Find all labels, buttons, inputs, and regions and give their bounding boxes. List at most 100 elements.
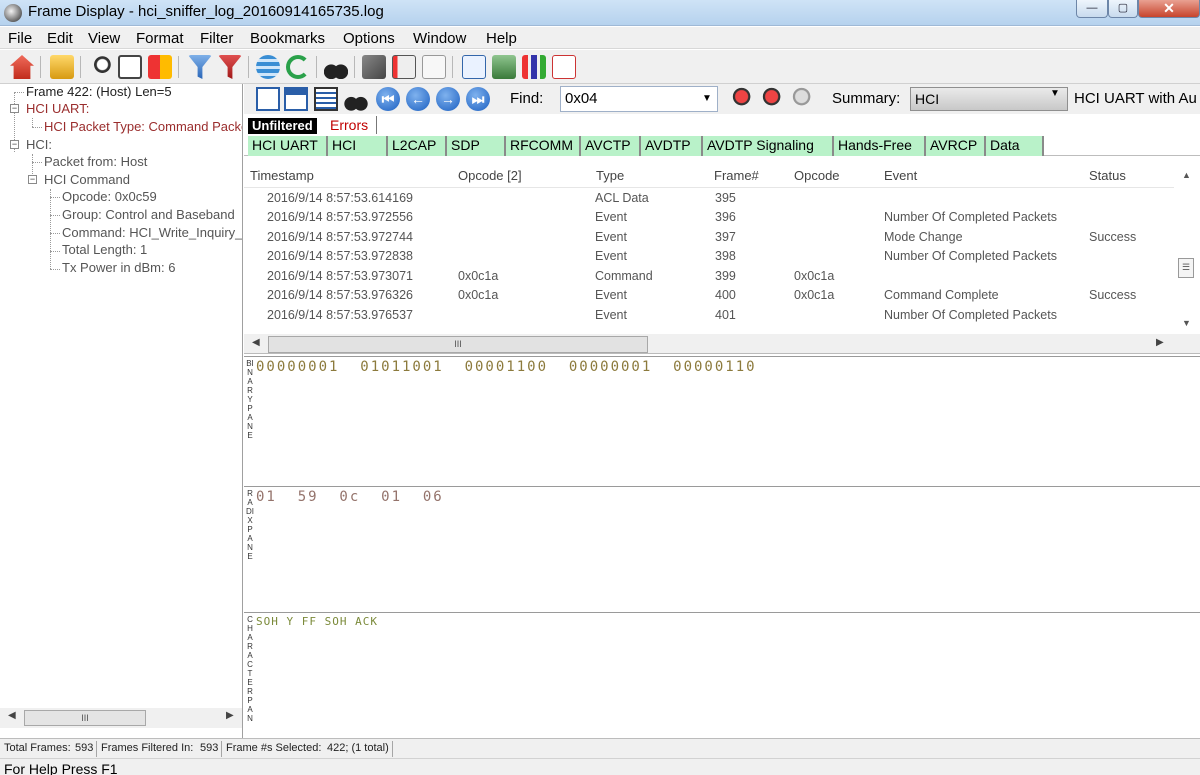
menu-view[interactable]: View (88, 30, 120, 47)
filter-icon[interactable] (188, 55, 212, 79)
collapse-toggle[interactable]: − (10, 104, 19, 113)
scroll-left-arrow-icon[interactable]: ◀ (8, 710, 16, 721)
tab-errors[interactable]: Errors (324, 116, 378, 134)
tab-l2cap[interactable]: L2CAP (388, 136, 447, 156)
bar-chart-icon[interactable] (522, 55, 546, 79)
maximize-button[interactable]: ▢ (1108, 0, 1138, 18)
binary-pane[interactable]: BINARY PANE 00000001 01011001 00001100 0… (244, 356, 1200, 486)
find-dropdown-icon[interactable]: ▼ (698, 87, 716, 111)
find-previous-icon[interactable] (732, 87, 756, 111)
scroll-thumb[interactable]: III (24, 710, 146, 726)
previous-frame-icon[interactable]: ← (406, 87, 430, 111)
tree-item-opcode[interactable]: Opcode: 0x0c59 (62, 189, 157, 204)
tab-avdtp-signaling[interactable]: AVDTP Signaling (703, 136, 834, 156)
tab-hci[interactable]: HCI (328, 136, 388, 156)
character-content[interactable]: SOH Y FF SOH ACK (256, 615, 378, 628)
red-chart-icon[interactable] (552, 55, 576, 79)
scroll-left-arrow-icon[interactable]: ◀ (252, 337, 260, 348)
column-opcode[interactable]: Opcode (794, 168, 840, 183)
summary-select[interactable]: HCI (910, 87, 1068, 111)
radix-pane[interactable]: RADIX PANE 01 59 0c 01 06 (244, 486, 1200, 612)
tree-item-total-length[interactable]: Total Length: 1 (62, 242, 147, 257)
refresh-icon[interactable] (286, 55, 310, 79)
find-input[interactable]: 0x04 (560, 86, 718, 112)
radix-content[interactable]: 01 59 0c 01 06 (256, 489, 444, 505)
line-chart-icon[interactable] (462, 55, 486, 79)
text-cursor-icon[interactable] (118, 55, 142, 79)
columns-icon[interactable]: ☰ (1178, 258, 1194, 278)
tree-item-group[interactable]: Group: Control and Baseband (62, 207, 235, 222)
tree-item-command[interactable]: Command: HCI_Write_Inquiry_Transmit_Powe… (62, 225, 242, 240)
tab-unfiltered[interactable]: Unfiltered (248, 118, 317, 134)
filter-red-icon[interactable] (218, 55, 242, 79)
tab-avrcp[interactable]: AVRCP (926, 136, 986, 156)
menu-bookmarks[interactable]: Bookmarks (250, 30, 325, 47)
bookmark-gray-icon[interactable] (362, 55, 386, 79)
pane-layout-1-icon[interactable] (256, 87, 280, 111)
magnifier-icon[interactable] (88, 55, 112, 79)
column-event[interactable]: Event (884, 168, 917, 183)
pane-layout-2-icon[interactable] (284, 87, 308, 111)
tree-item-packet-type[interactable]: HCI Packet Type: Command Packet (44, 119, 242, 134)
last-frame-icon[interactable]: ⏭ (466, 87, 490, 111)
tree-item-frame[interactable]: Frame 422: (Host) Len=5 (26, 84, 172, 99)
tree-item-hci-uart[interactable]: HCI UART: (26, 101, 89, 116)
close-button[interactable]: ✕ (1138, 0, 1200, 18)
stack-icon[interactable] (492, 55, 516, 79)
binary-content[interactable]: 00000001 01011001 00001100 00000001 0000… (256, 359, 757, 375)
scroll-right-arrow-icon[interactable]: ▶ (1156, 337, 1164, 348)
decoder-icon[interactable] (148, 55, 172, 79)
menu-options[interactable]: Options (343, 30, 395, 47)
column-timestamp[interactable]: Timestamp (250, 168, 314, 183)
column-status[interactable]: Status (1089, 168, 1126, 183)
next-frame-icon[interactable]: → (436, 87, 460, 111)
tree-item-packet-from[interactable]: Packet from: Host (44, 154, 147, 169)
menu-file[interactable]: File (8, 30, 32, 47)
tree-item-hci-command[interactable]: HCI Command (44, 172, 130, 187)
tab-hci-uart[interactable]: HCI UART (248, 136, 328, 156)
tree-item-hci[interactable]: HCI: (26, 137, 52, 152)
tab-avctp[interactable]: AVCTP (581, 136, 641, 156)
scroll-thumb[interactable]: III (268, 336, 648, 353)
first-frame-icon[interactable]: ⏮ (376, 87, 400, 111)
tree-item-tx-power[interactable]: Tx Power in dBm: 6 (62, 260, 175, 275)
book-icon[interactable] (392, 55, 416, 79)
column-opcode2[interactable]: Opcode [2] (458, 168, 522, 183)
menu-window[interactable]: Window (413, 30, 466, 47)
cell-timestamp: 2016/9/14 8:57:53.976326 (267, 288, 413, 302)
column-type[interactable]: Type (596, 168, 624, 183)
summary-pane-icon[interactable] (314, 87, 338, 111)
grid-vertical-scrollbar[interactable]: ▲ ☰ ▼ (1174, 164, 1200, 334)
tab-avdtp[interactable]: AVDTP (641, 136, 703, 156)
tree-horizontal-scrollbar[interactable]: ◀ III ▶ (0, 708, 242, 728)
scroll-up-arrow-icon[interactable]: ▲ (1182, 170, 1191, 180)
find-all-icon[interactable] (792, 87, 816, 111)
find-binoculars-icon[interactable] (344, 87, 368, 111)
layers-icon[interactable] (256, 55, 280, 79)
tab-hands-free[interactable]: Hands-Free (834, 136, 926, 156)
summary-description: HCI UART with Au (1074, 90, 1197, 107)
cell-timestamp: 2016/9/14 8:57:53.972556 (267, 210, 413, 224)
grid-horizontal-scrollbar[interactable]: ◀ III ▶ (244, 334, 1200, 354)
minimize-button[interactable]: — (1076, 0, 1108, 18)
column-frame[interactable]: Frame# (714, 168, 759, 183)
tab-sdp[interactable]: SDP (447, 136, 506, 156)
tab-rfcomm[interactable]: RFCOMM (506, 136, 581, 156)
collapse-toggle[interactable]: − (28, 175, 37, 184)
help-text: For Help Press F1 (4, 761, 118, 775)
menu-format[interactable]: Format (136, 30, 184, 47)
scroll-right-arrow-icon[interactable]: ▶ (226, 710, 234, 721)
menu-edit[interactable]: Edit (47, 30, 73, 47)
menu-help[interactable]: Help (486, 30, 517, 47)
scroll-down-arrow-icon[interactable]: ▼ (1182, 318, 1191, 328)
home-icon[interactable] (10, 55, 34, 79)
character-pane[interactable]: CHARACTER PAN SOH Y FF SOH ACK (244, 612, 1200, 738)
summary-dropdown-icon[interactable]: ▼ (1050, 88, 1060, 99)
menu-filter[interactable]: Filter (200, 30, 233, 47)
tab-data[interactable]: Data (986, 136, 1044, 156)
find-next-icon[interactable] (762, 87, 786, 111)
open-book-icon[interactable] (422, 55, 446, 79)
binoculars-icon[interactable] (324, 55, 348, 79)
collapse-toggle[interactable]: − (10, 140, 19, 149)
open-folder-icon[interactable] (50, 55, 74, 79)
